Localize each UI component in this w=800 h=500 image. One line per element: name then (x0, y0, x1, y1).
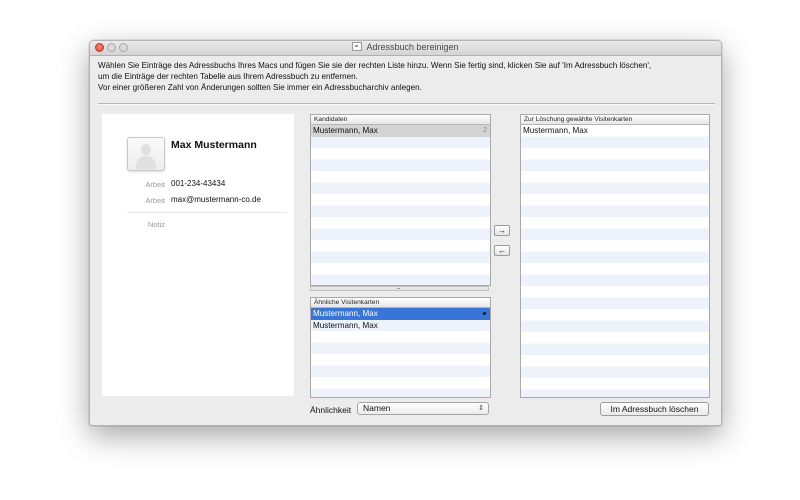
grip-icon (397, 288, 400, 289)
instruction-line: Vor einer größeren Zahl von Änderungen s… (98, 82, 422, 92)
card-separator (127, 212, 287, 213)
candidates-rows[interactable]: Mustermann, Max 2 (311, 125, 490, 285)
contact-avatar (127, 137, 165, 171)
person-silhouette-icon (141, 144, 151, 155)
contact-name: Max Mustermann (171, 139, 257, 151)
table-row[interactable]: Mustermann, Max (521, 125, 709, 137)
window-title-area: Adressbuch bereinigen (90, 42, 721, 52)
deletion-rows[interactable]: Mustermann, Max (521, 125, 709, 397)
chevron-updown-icon: ⇕ (478, 405, 484, 412)
similar-cards-table[interactable]: Ähnliche Visitenkarten Mustermann, Max M… (310, 297, 491, 398)
phone-value: 001-234-43434 (171, 179, 226, 188)
document-icon (352, 42, 363, 51)
remove-from-deletion-button[interactable]: ← (494, 245, 510, 256)
deletion-header[interactable]: Zur Löschung gewählte Visitenkarten (521, 115, 709, 125)
bullet-icon (483, 312, 486, 315)
delete-in-addressbook-button[interactable]: Im Adressbuch löschen (600, 402, 709, 416)
table-row[interactable]: Mustermann, Max 2 (311, 125, 490, 137)
table-row[interactable]: Mustermann, Max (311, 308, 490, 320)
email-label: Arbeit (145, 196, 165, 205)
separator (98, 103, 715, 104)
similarity-select[interactable]: Namen ⇕ (357, 402, 489, 415)
row-name: Mustermann, Max (523, 126, 588, 135)
phone-label: Arbeit (145, 180, 165, 189)
contact-card: Max Mustermann Arbeit 001-234-43434 Arbe… (102, 114, 294, 396)
window-title: Adressbuch bereinigen (366, 42, 459, 52)
candidates-table[interactable]: Kandidaten Mustermann, Max 2 (310, 114, 491, 286)
instructions-text: Wählen Sie Einträge des Adressbuchs Ihre… (98, 61, 714, 93)
instruction-line: um die Einträge der rechten Tabelle aus … (98, 71, 358, 81)
similarity-selected-value: Namen (363, 403, 391, 413)
email-value: max@mustermann-co.de (171, 195, 261, 204)
instruction-line: Wählen Sie Einträge des Adressbuchs Ihre… (98, 61, 652, 70)
table-row[interactable]: Mustermann, Max (311, 320, 490, 332)
row-name: Mustermann, Max (313, 309, 378, 318)
similarity-label: Ähnlichkeit (310, 405, 352, 415)
split-view-handle[interactable] (310, 286, 489, 291)
similar-cards-header[interactable]: Ähnliche Visitenkarten (311, 298, 490, 308)
row-name: Mustermann, Max (313, 126, 378, 135)
candidates-header[interactable]: Kandidaten (311, 115, 490, 125)
deletion-table[interactable]: Zur Löschung gewählte Visitenkarten Must… (520, 114, 710, 398)
person-silhouette-body (136, 156, 156, 169)
duplicate-count: 2 (483, 127, 487, 134)
note-label: Notiz (147, 220, 165, 229)
row-name: Mustermann, Max (313, 320, 378, 330)
title-bar[interactable]: Adressbuch bereinigen (90, 41, 721, 56)
add-to-deletion-button[interactable]: → (494, 225, 510, 236)
cleanup-window: Adressbuch bereinigen Wählen Sie Einträg… (89, 40, 722, 426)
similar-cards-rows[interactable]: Mustermann, Max Mustermann, Max (311, 308, 490, 397)
